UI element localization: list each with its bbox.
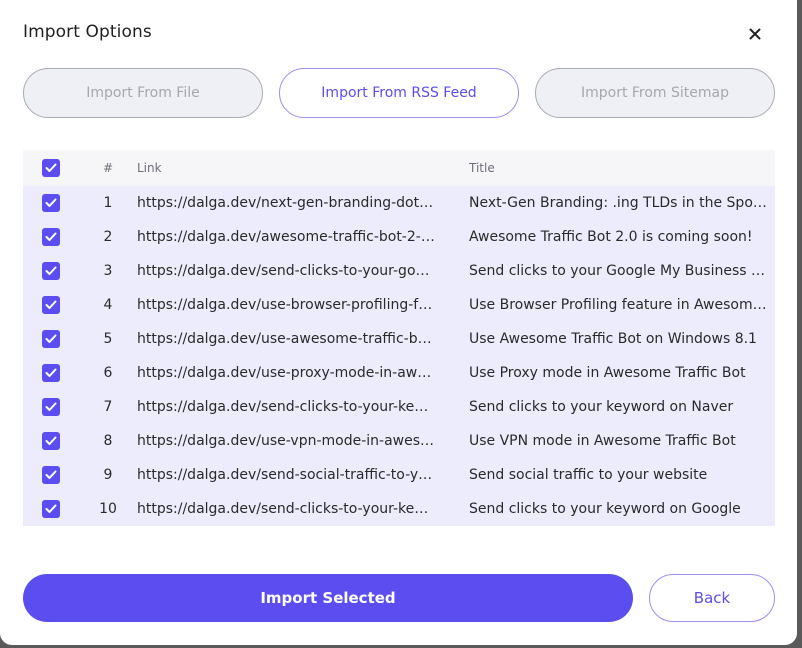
row-checkbox[interactable] — [42, 296, 60, 314]
checkmark-icon — [45, 163, 57, 172]
row-link: https://dalga.dev/use-browser-profiling-… — [137, 297, 435, 313]
checkmark-icon — [45, 266, 57, 275]
checkmark-icon — [45, 334, 57, 343]
import-source-tabs: Import From File Import From RSS Feed Im… — [23, 68, 775, 118]
checkmark-icon — [45, 368, 57, 377]
column-header-number: # — [102, 161, 114, 175]
row-title: Send clicks to your keyword on Naver — [469, 399, 734, 415]
checkmark-icon — [45, 300, 57, 309]
table-body: 1 https://dalga.dev/next-gen-branding-dot… — [23, 186, 775, 526]
back-button[interactable]: Back — [649, 574, 775, 622]
row-number: 2 — [103, 229, 113, 245]
row-checkbox[interactable] — [42, 262, 60, 280]
table-row[interactable]: 1 https://dalga.dev/next-gen-branding-dot… — [23, 186, 775, 220]
row-title: Send social traffic to your website — [469, 467, 708, 483]
import-table: # Link Title 1 https://dalga.dev/next-gen… — [23, 150, 775, 526]
checkmark-icon — [45, 232, 57, 241]
row-title: Awesome Traffic Bot 2.0 is coming soon! — [469, 229, 753, 245]
row-checkbox[interactable] — [42, 330, 60, 348]
table-row[interactable]: 3 https://dalga.dev/send-clicks-to-your-g… — [23, 254, 775, 288]
checkmark-icon — [45, 402, 57, 411]
row-checkbox[interactable] — [42, 500, 60, 518]
row-number: 5 — [103, 331, 113, 347]
table-row[interactable]: 4 https://dalga.dev/use-browser-profiling… — [23, 288, 775, 322]
table-row[interactable]: 10 https://dalga.dev/send-clicks-to-your-… — [23, 492, 775, 526]
select-all-checkbox[interactable] — [42, 159, 60, 177]
row-number: 10 — [99, 501, 117, 517]
row-title: Send clicks to your Google My Business p… — [469, 263, 769, 279]
row-link: https://dalga.dev/awesome-traffic-bot-2-… — [137, 229, 435, 245]
row-link: https://dalga.dev/send-clicks-to-your-go… — [137, 263, 435, 279]
checkmark-icon — [45, 504, 57, 513]
tab-import-from-file[interactable]: Import From File — [23, 68, 263, 118]
row-checkbox[interactable] — [42, 228, 60, 246]
row-number: 8 — [103, 433, 113, 449]
row-number: 1 — [103, 195, 113, 211]
row-link: https://dalga.dev/send-social-traffic-to… — [137, 467, 435, 483]
table-row[interactable]: 5 https://dalga.dev/use-awesome-traffic-b… — [23, 322, 775, 356]
row-checkbox[interactable] — [42, 364, 60, 382]
row-title: Send clicks to your keyword on Google — [469, 501, 741, 517]
table-row[interactable]: 2 https://dalga.dev/awesome-traffic-bot-2… — [23, 220, 775, 254]
row-number: 4 — [103, 297, 113, 313]
row-link: https://dalga.dev/send-clicks-to-your-ke… — [137, 399, 435, 415]
row-number: 3 — [103, 263, 113, 279]
row-number: 7 — [103, 399, 113, 415]
row-link: https://dalga.dev/send-clicks-to-your-ke… — [137, 501, 435, 517]
table-row[interactable]: 8 https://dalga.dev/use-vpn-mode-in-aweso… — [23, 424, 775, 458]
column-header-link: Link — [137, 161, 162, 175]
row-checkbox[interactable] — [42, 398, 60, 416]
import-selected-button[interactable]: Import Selected — [23, 574, 633, 622]
table-row[interactable]: 7 https://dalga.dev/send-clicks-to-your-k… — [23, 390, 775, 424]
row-title: Use Awesome Traffic Bot on Windows 8.1 — [469, 331, 757, 347]
row-link: https://dalga.dev/use-proxy-mode-in-awes… — [137, 365, 435, 381]
row-link: https://dalga.dev/next-gen-branding-dot-… — [137, 195, 435, 211]
import-options-dialog: Import Options Import From File Import F… — [0, 0, 797, 645]
dialog-title: Import Options — [23, 22, 152, 42]
column-header-title: Title — [469, 161, 495, 175]
row-checkbox[interactable] — [42, 466, 60, 484]
row-title: Use Proxy mode in Awesome Traffic Bot — [469, 365, 746, 381]
table-header: # Link Title — [23, 150, 775, 186]
row-title: Use VPN mode in Awesome Traffic Bot — [469, 433, 736, 449]
tab-import-from-rss-feed[interactable]: Import From RSS Feed — [279, 68, 519, 118]
row-checkbox[interactable] — [42, 194, 60, 212]
table-row[interactable]: 9 https://dalga.dev/send-social-traffic-t… — [23, 458, 775, 492]
row-title: Use Browser Profiling feature in Awesome… — [469, 297, 769, 313]
table-row[interactable]: 6 https://dalga.dev/use-proxy-mode-in-awe… — [23, 356, 775, 390]
row-number: 6 — [103, 365, 113, 381]
checkmark-icon — [45, 470, 57, 479]
row-number: 9 — [103, 467, 113, 483]
close-button[interactable] — [743, 22, 767, 46]
checkmark-icon — [45, 198, 57, 207]
row-checkbox[interactable] — [42, 432, 60, 450]
row-link: https://dalga.dev/use-awesome-traffic-bo… — [137, 331, 435, 347]
tab-import-from-sitemap[interactable]: Import From Sitemap — [535, 68, 775, 118]
row-title: Next-Gen Branding: .ing TLDs in the Spot… — [469, 195, 769, 211]
row-link: https://dalga.dev/use-vpn-mode-in-awesom… — [137, 433, 435, 449]
close-icon — [749, 28, 761, 40]
checkmark-icon — [45, 436, 57, 445]
